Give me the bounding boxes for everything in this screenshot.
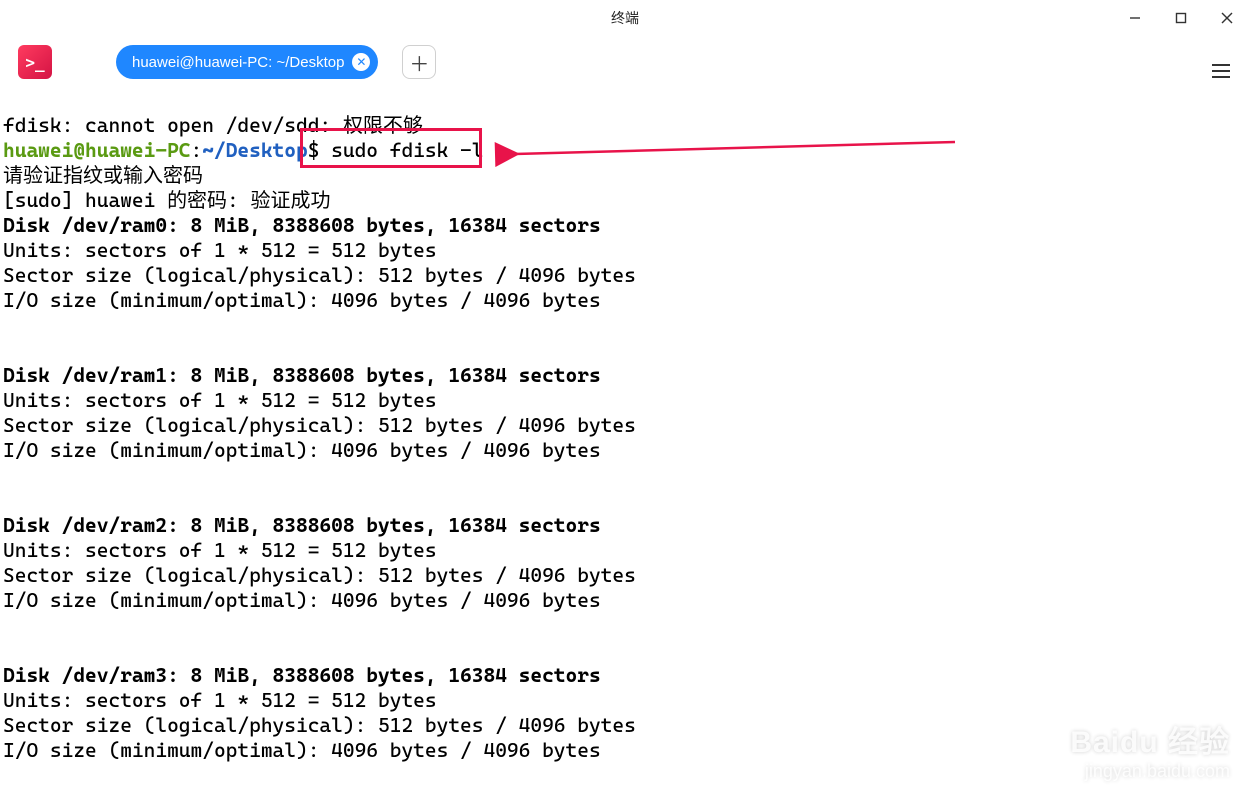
disk0-header: Disk /dev/ram0: 8 MiB, 8388608 bytes, 16… xyxy=(3,213,601,237)
disk2-units: Units: sectors of 1 * 512 = 512 bytes xyxy=(3,538,437,562)
disk0-sector: Sector size (logical/physical): 512 byte… xyxy=(3,263,636,287)
window-title: 终端 xyxy=(611,8,639,28)
menu-icon[interactable] xyxy=(1212,64,1230,78)
maximize-button[interactable] xyxy=(1158,0,1204,36)
disk3-sector: Sector size (logical/physical): 512 byte… xyxy=(3,713,636,737)
prompt-dollar: $ xyxy=(308,138,320,162)
prompt-command: sudo fdisk -l xyxy=(319,138,483,162)
disk3-header: Disk /dev/ram3: 8 MiB, 8388608 bytes, 16… xyxy=(3,663,601,687)
prompt-userhost: huawei@huawei-PC xyxy=(3,138,191,162)
line-auth-result: [sudo] huawei 的密码: 验证成功 xyxy=(3,188,331,212)
watermark-url: jingyan.baidu.com xyxy=(1070,761,1230,782)
disk2-header: Disk /dev/ram2: 8 MiB, 8388608 bytes, 16… xyxy=(3,513,601,537)
terminal-app-icon[interactable]: >_ xyxy=(18,45,52,79)
new-tab-button[interactable]: ＋ xyxy=(402,45,436,79)
line-auth-prompt: 请验证指纹或输入密码 xyxy=(3,163,203,187)
prompt-colon: : xyxy=(191,138,203,162)
disk1-units: Units: sectors of 1 * 512 = 512 bytes xyxy=(3,388,437,412)
disk0-units: Units: sectors of 1 * 512 = 512 bytes xyxy=(3,238,437,262)
disk3-units: Units: sectors of 1 * 512 = 512 bytes xyxy=(3,688,437,712)
line-error: fdisk: cannot open /dev/sdd: 权限不够 xyxy=(3,113,423,137)
prompt-path: ~/Desktop xyxy=(202,138,307,162)
window-controls xyxy=(1112,0,1250,36)
disk1-sector: Sector size (logical/physical): 512 byte… xyxy=(3,413,636,437)
tab-label: huawei@huawei-PC: ~/Desktop xyxy=(132,54,344,71)
disk0-io: I/O size (minimum/optimal): 4096 bytes /… xyxy=(3,288,601,312)
tab-active[interactable]: huawei@huawei-PC: ~/Desktop ✕ xyxy=(116,45,378,79)
tab-bar: >_ huawei@huawei-PC: ~/Desktop ✕ ＋ xyxy=(0,36,1250,88)
tab-close-icon[interactable]: ✕ xyxy=(352,53,370,71)
disk1-header: Disk /dev/ram1: 8 MiB, 8388608 bytes, 16… xyxy=(3,363,601,387)
terminal-output[interactable]: fdisk: cannot open /dev/sdd: 权限不够 huawei… xyxy=(0,88,1250,763)
disk2-io: I/O size (minimum/optimal): 4096 bytes /… xyxy=(3,588,601,612)
disk3-io: I/O size (minimum/optimal): 4096 bytes /… xyxy=(3,738,601,762)
minimize-button[interactable] xyxy=(1112,0,1158,36)
close-button[interactable] xyxy=(1204,0,1250,36)
disk1-io: I/O size (minimum/optimal): 4096 bytes /… xyxy=(3,438,601,462)
disk2-sector: Sector size (logical/physical): 512 byte… xyxy=(3,563,636,587)
window-titlebar: 终端 xyxy=(0,0,1250,36)
